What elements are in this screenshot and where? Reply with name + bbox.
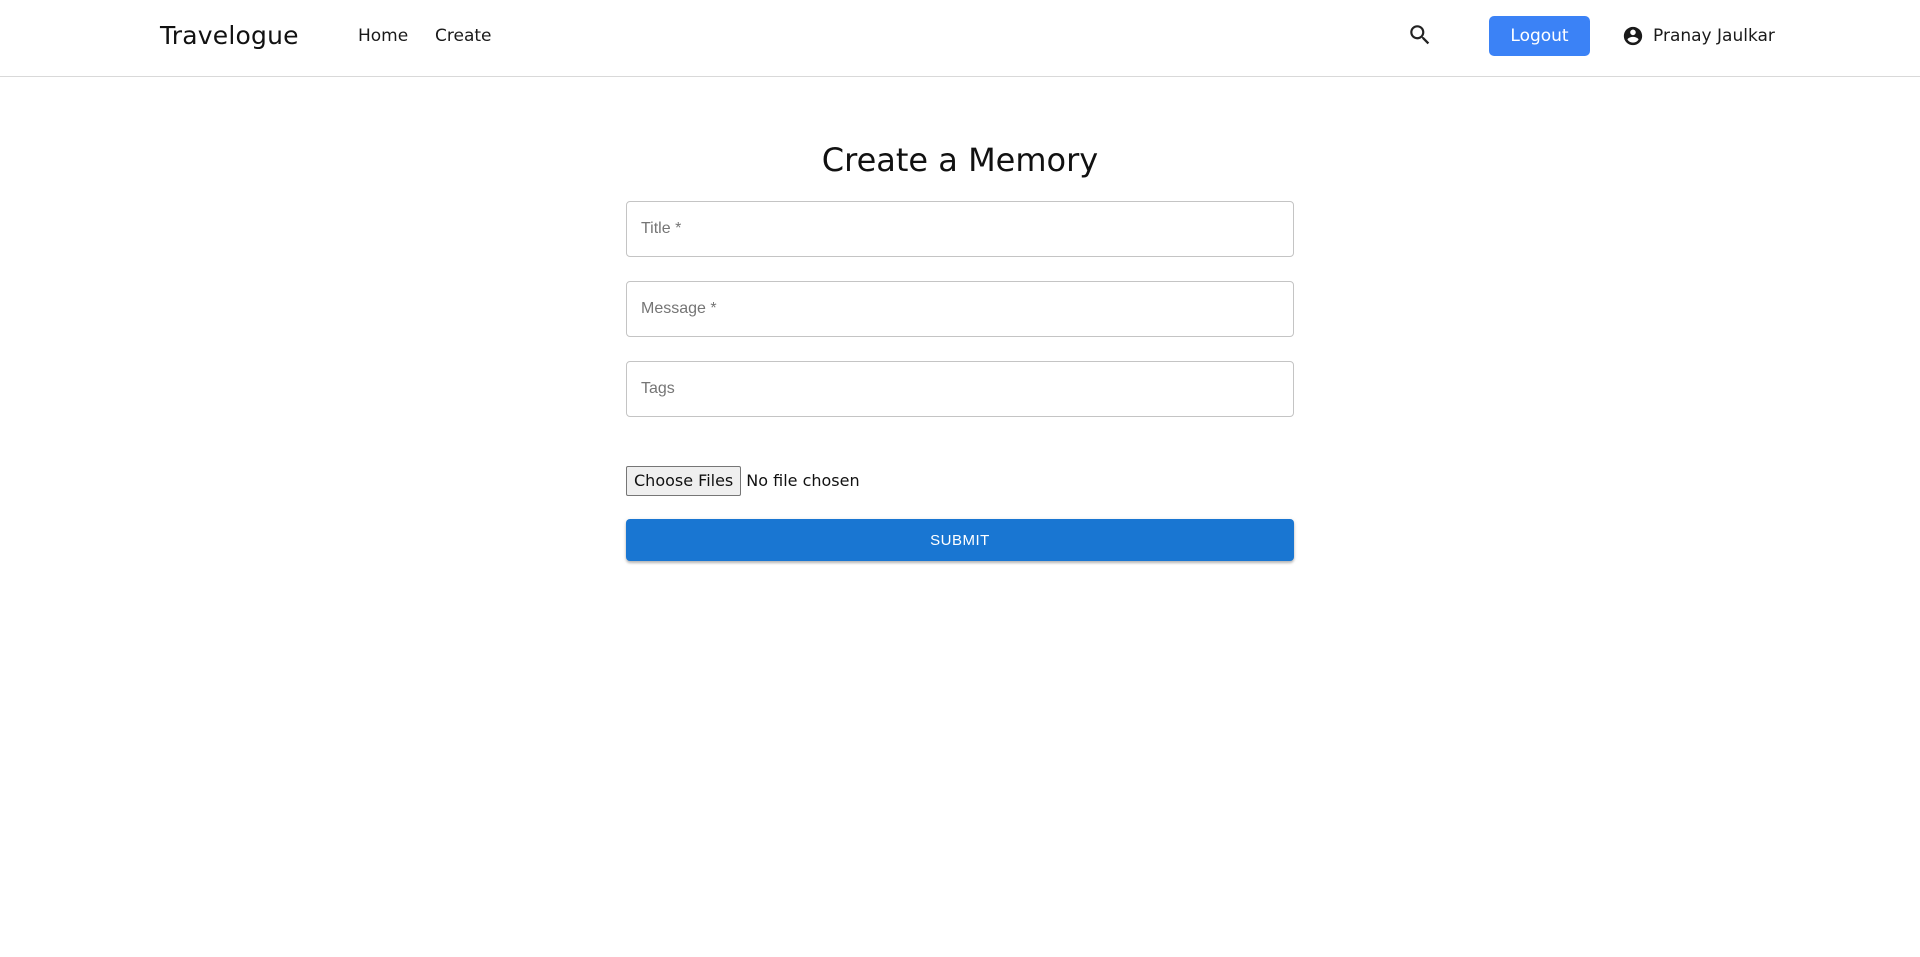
nav-link-create[interactable]: Create: [435, 25, 492, 47]
nav-link-home[interactable]: Home: [358, 25, 408, 47]
title-input[interactable]: [627, 202, 1293, 256]
user-menu[interactable]: Pranay Jaulkar: [1622, 24, 1775, 48]
page-title: Create a Memory: [821, 141, 1099, 179]
title-field: [626, 201, 1294, 257]
user-name: Pranay Jaulkar: [1653, 26, 1775, 46]
logout-button[interactable]: Logout: [1489, 16, 1590, 56]
message-field: [626, 281, 1294, 337]
search-icon[interactable]: [1407, 22, 1433, 48]
message-input[interactable]: [627, 282, 1293, 336]
account-circle-icon: [1622, 25, 1644, 47]
choose-files-button[interactable]: Choose Files: [626, 466, 742, 496]
tags-input[interactable]: [627, 362, 1293, 416]
file-upload: Choose Files No file chosen: [626, 466, 860, 496]
submit-button[interactable]: SUBMIT: [626, 519, 1294, 561]
top-navbar: Travelogue Home Create Logout Pranay Jau…: [0, 0, 1920, 77]
file-status-text: No file chosen: [746, 471, 860, 490]
brand-logo[interactable]: Travelogue: [160, 19, 299, 53]
tags-field: [626, 361, 1294, 417]
create-memory-form: Create a Memory Choose Files No file cho…: [626, 138, 1294, 561]
